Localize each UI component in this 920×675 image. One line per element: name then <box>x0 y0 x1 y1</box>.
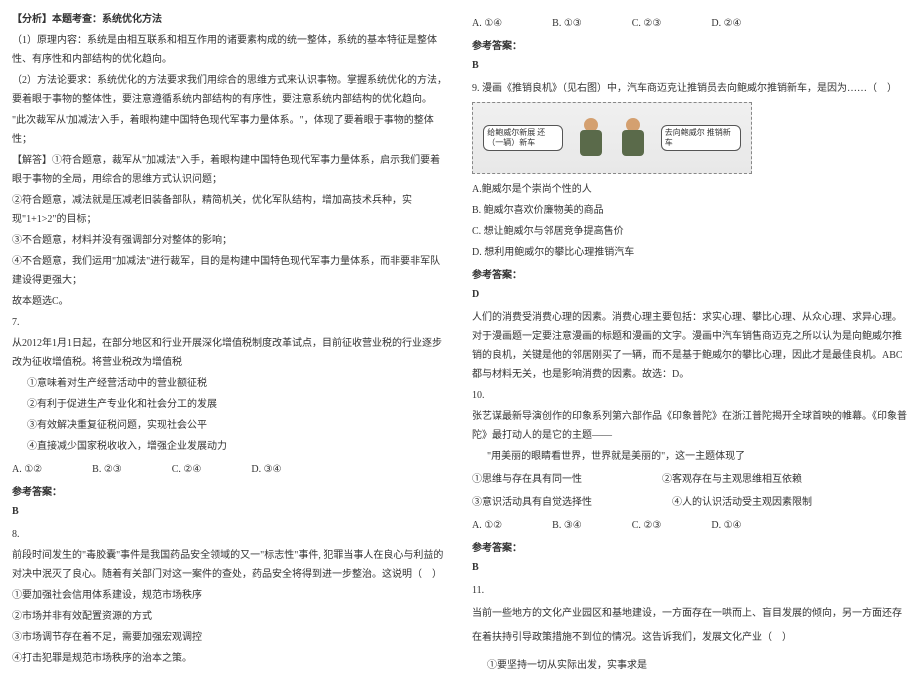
solve-2: ②符合题意，减法就是压减老旧装备部队，精简机关，优化军队结构，增加高技术兵种，实… <box>12 191 448 229</box>
solve-3: ③不合题意，材料并没有强调部分对整体的影响； <box>12 231 448 250</box>
q10-choice-b: B. ③④ <box>552 516 582 535</box>
principle-3: "此次裁军从'加减法'入手，着眼构建中国特色现代军事力量体系。"，体现了要着眼于… <box>12 111 448 149</box>
question-11-text: 当前一些地方的文化产业园区和基地建设，一方面存在一哄而上、盲目发展的倾向，另一方… <box>472 602 908 650</box>
q9-choice-b: B. 鲍威尔喜欢价廉物美的商品 <box>472 201 908 220</box>
question-11-number: 11. <box>472 581 908 600</box>
q8-choice-b: B. ①③ <box>552 14 582 33</box>
q10-answer: B <box>472 558 908 577</box>
q10-choices: A. ①② B. ③④ C. ②③ D. ①④ <box>472 516 908 535</box>
question-7-text: 从2012年1月1日起，在部分地区和行业开展深化增值税制度改革试点，目前征收营业… <box>12 334 448 372</box>
question-10-text: 张艺谋最新导演创作的印象系列第六部作品《印象普陀》在浙江普陀揭开全球首映的帷幕。… <box>472 407 908 445</box>
question-10-number: 10. <box>472 386 908 405</box>
q8-choice-d: D. ②④ <box>711 14 741 33</box>
q9-choice-a: A.鲍威尔是个崇尚个性的人 <box>472 180 908 199</box>
question-9: 9. 漫画《推销良机》（见右图）中，汽车商迈克让推销员去向鲍威尔推销新车，是因为… <box>472 79 908 98</box>
q9-answer-label: 参考答案： <box>472 266 908 285</box>
comic-image: 给鲍威尔新展 还（一辆）新车 去向鲍威尔 推销新车 <box>472 102 752 174</box>
q10-choice-c: C. ②③ <box>632 516 662 535</box>
q10-option-1: ①思维与存在具有同一性 <box>472 470 582 489</box>
principle-1: （1）原理内容：系统是由相互联系和相互作用的诸要素构成的统一整体，系统的基本特征… <box>12 31 448 69</box>
question-10-line: "用美丽的眼睛看世界，世界就是美丽的"，这一主题体现了 <box>472 447 908 466</box>
solve-conclusion: 故本题选C。 <box>12 292 448 311</box>
q8-option-2: ②市场并非有效配置资源的方式 <box>12 607 448 626</box>
principle-2: （2）方法论要求：系统优化的方法要求我们用综合的思维方式来认识事物。掌握系统优化… <box>12 71 448 109</box>
q7-choices: A. ①② B. ②③ C. ②④ D. ③④ <box>12 460 448 479</box>
q10-choice-a: A. ①② <box>472 516 502 535</box>
q10-row1: ①思维与存在具有同一性 ②客观存在与主观思维相互依赖 <box>472 470 908 489</box>
q9-explanation: 人们的消费受消费心理的因素。消费心理主要包括：求实心理、攀比心理、从众心理、求异… <box>472 308 908 384</box>
q10-choice-d: D. ①④ <box>711 516 741 535</box>
q8-option-1: ①要加强社会信用体系建设，规范市场秩序 <box>12 586 448 605</box>
q7-option-1: ①意味着对生产经营活动中的营业额征税 <box>12 374 448 393</box>
q11-option-1: ①要坚持一切从实际出发，实事求是 <box>472 656 908 675</box>
q8-option-4: ④打击犯罪是规范市场秩序的治本之策。 <box>12 649 448 668</box>
q7-choice-b: B. ②③ <box>92 460 122 479</box>
q8-answer: B <box>472 56 908 75</box>
right-column: A. ①④ B. ①③ C. ②③ D. ②④ 参考答案： B 9. 漫画《推销… <box>460 0 920 651</box>
q9-choice-c: C. 想让鲍威尔与邻居竞争提高售价 <box>472 222 908 241</box>
question-8-text: 前段时间发生的"毒胶囊"事件是我国药品安全领域的又一"标志性"事件, 犯罪当事人… <box>12 546 448 584</box>
person-icon <box>576 118 606 158</box>
q8-choice-a: A. ①④ <box>472 14 502 33</box>
q10-answer-label: 参考答案： <box>472 539 908 558</box>
q8-choices: A. ①④ B. ①③ C. ②③ D. ②④ <box>472 14 908 33</box>
analysis-label: 【分析】本题考查：系统优化方法 <box>12 10 448 29</box>
solve-4: ④不合题意，我们运用"加减法"进行裁军，目的是构建中国特色现代军事力量体系，而非… <box>12 252 448 290</box>
q9-answer: D <box>472 285 908 304</box>
q7-option-3: ③有效解决重复征税问题，实现社会公平 <box>12 416 448 435</box>
q8-choice-c: C. ②③ <box>632 14 662 33</box>
speech-bubble-right: 去向鲍威尔 推销新车 <box>661 125 741 150</box>
q7-option-2: ②有利于促进生产专业化和社会分工的发展 <box>12 395 448 414</box>
question-9-number: 9. <box>472 83 480 94</box>
question-8-number: 8. <box>12 525 448 544</box>
q7-choice-d: D. ③④ <box>251 460 281 479</box>
q8-option-3: ③市场调节存在着不足，需要加强宏观调控 <box>12 628 448 647</box>
person-icon <box>618 118 648 158</box>
q10-row2: ③意识活动具有自觉选择性 ④人的认识活动受主观因素限制 <box>472 493 908 512</box>
q7-answer-label: 参考答案： <box>12 483 448 502</box>
question-7-number: 7. <box>12 313 448 332</box>
q10-option-2: ②客观存在与主观思维相互依赖 <box>662 470 802 489</box>
q10-option-3: ③意识活动具有自觉选择性 <box>472 493 592 512</box>
q7-choice-c: C. ②④ <box>172 460 202 479</box>
q7-option-4: ④直接减少国家税收收入，增强企业发展动力 <box>12 437 448 456</box>
solve-label: 【解答】①符合题意，裁军从"加减法"入手，着眼构建中国特色现代军事力量体系，启示… <box>12 151 448 189</box>
q7-answer: B <box>12 502 448 521</box>
speech-bubble-left: 给鲍威尔新展 还（一辆）新车 <box>483 125 563 150</box>
left-column: 【分析】本题考查：系统优化方法 （1）原理内容：系统是由相互联系和相互作用的诸要… <box>0 0 460 651</box>
q10-option-4: ④人的认识活动受主观因素限制 <box>672 493 812 512</box>
q8-answer-label: 参考答案： <box>472 37 908 56</box>
q9-choice-d: D. 想利用鲍威尔的攀比心理推销汽车 <box>472 243 908 262</box>
q7-choice-a: A. ①② <box>12 460 42 479</box>
question-9-text: 漫画《推销良机》（见右图）中，汽车商迈克让推销员去向鲍威尔推销新车，是因为……（… <box>482 83 897 94</box>
